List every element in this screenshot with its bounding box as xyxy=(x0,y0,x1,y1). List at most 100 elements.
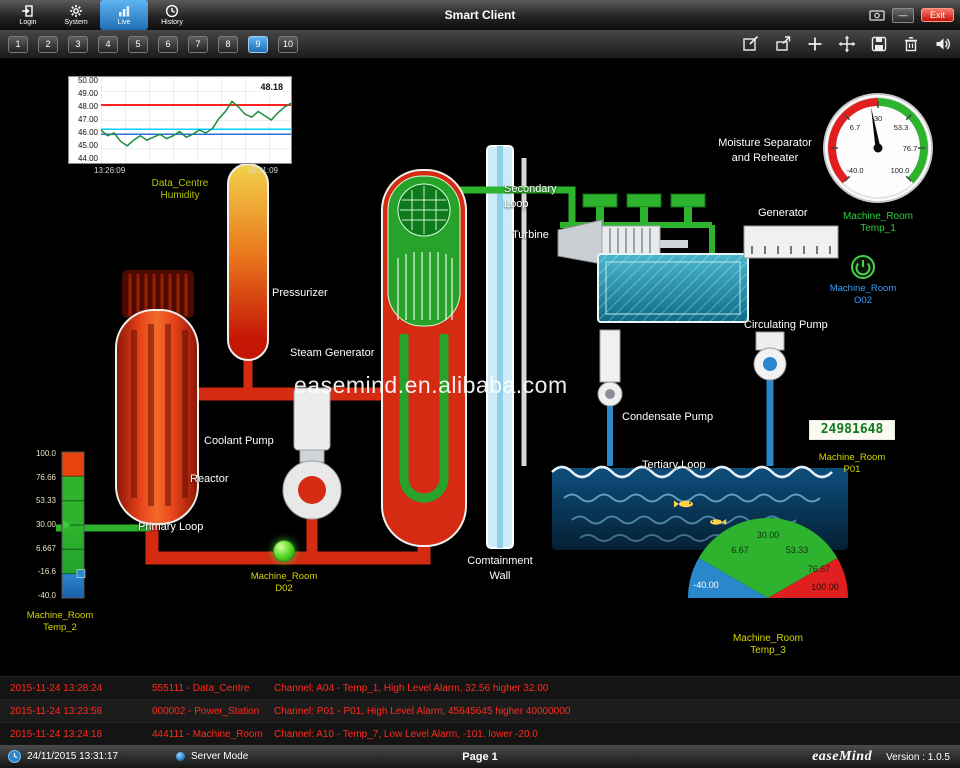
minimize-button[interactable]: — xyxy=(892,8,914,23)
alarm-time: 2015-11-24 13:23:58 xyxy=(0,706,152,717)
nav-label: Login xyxy=(19,19,36,26)
screenshot-icon[interactable] xyxy=(869,8,885,22)
gear-icon xyxy=(69,4,83,18)
trend-chart-widget: 50.0049.00 48.0047.00 46.0045.00 44.00 xyxy=(68,76,292,202)
history-clock-icon xyxy=(165,4,179,18)
label-secondary-loop: SecondaryLoop xyxy=(504,182,557,212)
add-icon[interactable] xyxy=(806,35,824,53)
gauge-temp1-label: Machine_RoomTemp_1 xyxy=(820,211,936,235)
page-button[interactable]: 1 xyxy=(8,36,28,53)
digital-readout: 24981648 xyxy=(809,420,895,440)
gauge-temp1-dial: -40.0 6.7 30 53.3 76.7 100.0 xyxy=(822,92,934,204)
steam-generator-vessel xyxy=(382,170,466,546)
generator-block xyxy=(598,254,748,322)
label-generator: Generator xyxy=(758,206,808,221)
bar-temp2-scale: 100.076.66 53.3330.00 6.667-16.6 -40.0 xyxy=(22,450,60,600)
label-circulating-pump: Circulating Pump xyxy=(744,318,828,333)
svg-text:-40.00: -40.00 xyxy=(693,580,719,590)
alarm-time: 2015-11-24 13:24:18 xyxy=(0,729,152,740)
page-buttons: 1 2 3 4 5 6 7 8 9 10 xyxy=(8,36,298,53)
svg-text:30.00: 30.00 xyxy=(757,530,780,540)
exit-button[interactable]: Exit xyxy=(921,8,954,22)
bar-temp2-column xyxy=(60,450,88,600)
version-label: Version : 1.0.5 xyxy=(886,752,950,763)
save-icon[interactable] xyxy=(870,35,888,53)
main-nav: Login System xyxy=(4,0,196,30)
svg-text:6.7: 6.7 xyxy=(850,123,860,132)
delete-icon[interactable] xyxy=(902,35,920,53)
speaker-icon[interactable] xyxy=(934,35,952,53)
switch-o02-label: Machine_RoomO02 xyxy=(818,283,908,306)
nav-login[interactable]: Login xyxy=(4,0,52,30)
page-button[interactable]: 6 xyxy=(158,36,178,53)
alarm-row[interactable]: 2015-11-24 13:28:24 555111 - Data_Centre… xyxy=(0,676,960,699)
gauge-temp1-widget: -40.0 6.7 30 53.3 76.7 100.0 Machine_Roo… xyxy=(820,92,936,235)
indicator-lamp[interactable] xyxy=(273,540,295,562)
nav-label: Live xyxy=(118,19,131,26)
server-mode-indicator xyxy=(176,752,185,761)
main-canvas: easemind.en.alibaba.com Moisture Separat… xyxy=(0,58,960,676)
bar-temp2-label: Machine_RoomTemp_2 xyxy=(22,610,98,634)
live-chart-icon xyxy=(117,4,131,18)
power-button-icon[interactable] xyxy=(850,254,876,280)
page-button[interactable]: 5 xyxy=(128,36,148,53)
svg-text:-40.0: -40.0 xyxy=(846,166,863,175)
label-coolant-pump: Coolant Pump xyxy=(204,434,274,449)
alarm-list: 2015-11-24 13:28:24 555111 - Data_Centre… xyxy=(0,676,960,745)
alarm-source: 000002 - Power_Station xyxy=(152,706,274,717)
bar-temp2-widget: 100.076.66 53.3330.00 6.667-16.6 -40.0 xyxy=(22,450,98,634)
alarm-message: Channel: A10 - Temp_7, Low Level Alarm, … xyxy=(274,729,960,740)
label-condensate-pump: Condensate Pump xyxy=(622,410,713,425)
page-button[interactable]: 9 xyxy=(248,36,268,53)
coolant-pump-shape xyxy=(283,388,341,519)
page-button[interactable]: 10 xyxy=(278,36,298,53)
trend-current-value: 48.18 xyxy=(260,82,283,92)
clock-icon xyxy=(8,750,21,763)
window-controls: — Exit xyxy=(869,8,960,23)
nav-history[interactable]: History xyxy=(148,0,196,30)
toolbar: 1 2 3 4 5 6 7 8 9 10 xyxy=(0,30,960,58)
alarm-row[interactable]: 2015-11-24 13:23:58 000002 - Power_Stati… xyxy=(0,699,960,722)
alarm-row[interactable]: 2015-11-24 13:24:18 444111 - Machine_Roo… xyxy=(0,722,960,745)
alarm-source: 555111 - Data_Centre xyxy=(152,683,274,694)
circulating-pump-shape xyxy=(754,332,786,380)
smart-client-window: Login System xyxy=(0,0,960,768)
display-p01-label: Machine_RoomP01 xyxy=(806,452,898,476)
server-mode-label: Server Mode xyxy=(191,751,248,762)
indicator-d02-widget: Machine_RoomD02 xyxy=(242,540,326,595)
title-bar: Login System xyxy=(0,0,960,30)
page-button[interactable]: 7 xyxy=(188,36,208,53)
label-turbine: Turbine xyxy=(512,228,549,243)
trend-title: Data_CentreHumidity xyxy=(68,178,292,202)
condensate-pump-shape xyxy=(598,330,622,406)
toolbar-actions xyxy=(742,35,952,53)
switch-o02-widget: Machine_RoomO02 xyxy=(818,254,908,306)
label-pressurizer: Pressurizer xyxy=(272,286,328,301)
svg-text:76.7: 76.7 xyxy=(903,144,918,153)
nav-live[interactable]: Live xyxy=(100,0,148,30)
nav-system[interactable]: System xyxy=(52,0,100,30)
move-icon[interactable] xyxy=(838,35,856,53)
export-icon[interactable] xyxy=(774,35,792,53)
status-bar: 24/11/2015 13:31:17 Server Mode Page 1 e… xyxy=(0,745,960,768)
indicator-d02-label: Machine_RoomD02 xyxy=(242,571,326,595)
alarm-time: 2015-11-24 13:28:24 xyxy=(0,683,152,694)
brand-logo: easeMind xyxy=(812,749,872,765)
page-button[interactable]: 4 xyxy=(98,36,118,53)
page-button[interactable]: 3 xyxy=(68,36,88,53)
page-button[interactable]: 2 xyxy=(38,36,58,53)
label-containment-wall: ComtainmentWall xyxy=(455,554,545,584)
alarm-message: Channel: A04 - Temp_1, High Level Alarm,… xyxy=(274,683,960,694)
watermark-text: easemind.en.alibaba.com xyxy=(294,372,568,399)
svg-text:6.67: 6.67 xyxy=(731,545,749,555)
page-button[interactable]: 8 xyxy=(218,36,238,53)
svg-text:76.67: 76.67 xyxy=(808,564,831,574)
edit-icon[interactable] xyxy=(742,35,760,53)
bar-low-marker xyxy=(77,570,85,578)
nav-label: System xyxy=(64,19,87,26)
svg-text:53.33: 53.33 xyxy=(786,545,809,555)
label-primary-loop: Primary Loop xyxy=(138,520,203,535)
trend-y-axis: 50.0049.00 48.0047.00 46.0045.00 44.00 xyxy=(69,77,101,163)
status-right: easeMind Version : 1.0.5 xyxy=(812,749,960,765)
reactor-vessel xyxy=(116,270,198,524)
